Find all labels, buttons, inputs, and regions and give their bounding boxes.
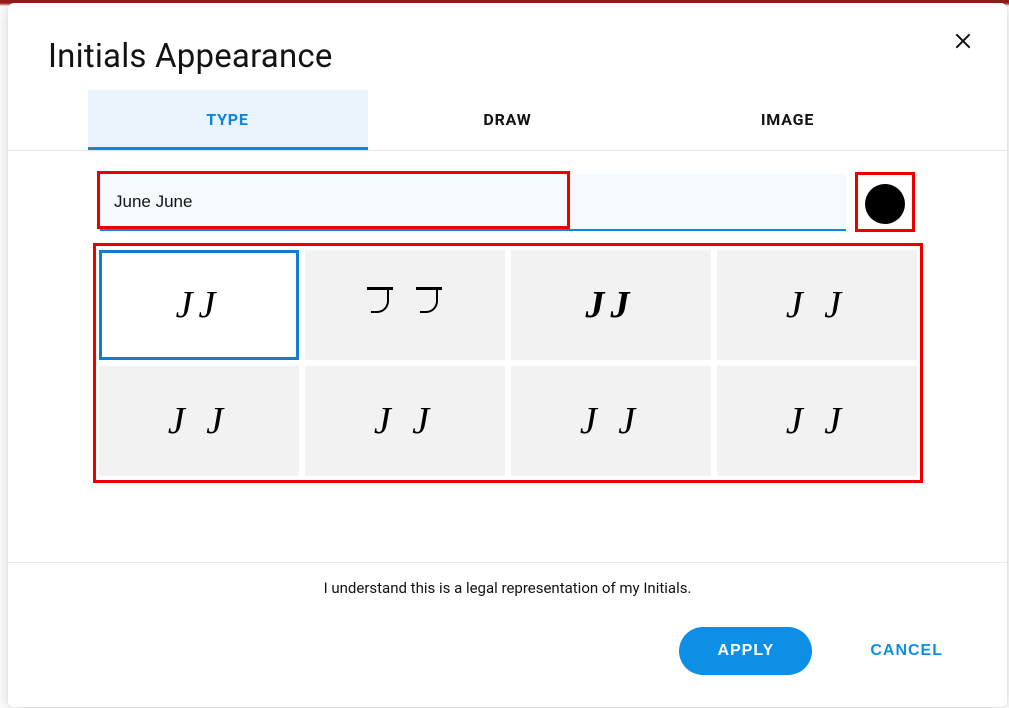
- style-preview: J J: [374, 399, 435, 443]
- color-picker[interactable]: [865, 184, 905, 224]
- dialog-header: Initials Appearance: [8, 3, 1007, 80]
- style-option-3[interactable]: JJ: [511, 250, 711, 360]
- initials-appearance-dialog: Initials Appearance TYPE DRAW IMAGE: [8, 3, 1007, 707]
- dialog-content: JJ JJ J J J J J J: [8, 151, 1007, 536]
- style-option-7[interactable]: J J: [511, 366, 711, 476]
- style-preview: J J: [168, 399, 229, 443]
- dialog-title: Initials Appearance: [48, 37, 967, 76]
- cancel-button[interactable]: CANCEL: [866, 627, 947, 675]
- close-icon: [953, 31, 973, 51]
- dialog-actions: APPLY CANCEL: [8, 597, 1007, 707]
- color-picker-wrapper: [855, 174, 915, 234]
- style-option-4[interactable]: J J: [717, 250, 917, 360]
- tabs: TYPE DRAW IMAGE: [88, 90, 928, 150]
- style-option-1[interactable]: JJ: [99, 250, 299, 360]
- legal-disclaimer: I understand this is a legal representat…: [8, 563, 1007, 597]
- name-and-color-row: [100, 174, 916, 234]
- name-input-wrapper: [100, 174, 846, 231]
- close-button[interactable]: [947, 25, 979, 57]
- style-option-5[interactable]: J J: [99, 366, 299, 476]
- style-preview: JJ: [176, 283, 222, 327]
- styles-grid: JJ JJ J J J J J J: [96, 246, 920, 480]
- style-preview: J J: [786, 399, 847, 443]
- style-option-6[interactable]: J J: [305, 366, 505, 476]
- tab-draw[interactable]: DRAW: [368, 90, 648, 150]
- style-preview: J J: [580, 399, 641, 443]
- tab-image[interactable]: IMAGE: [648, 90, 928, 150]
- style-preview: JJ: [586, 283, 636, 327]
- style-option-8[interactable]: J J: [717, 366, 917, 476]
- name-input[interactable]: [100, 174, 846, 231]
- tab-type[interactable]: TYPE: [88, 90, 368, 150]
- style-option-2[interactable]: [305, 250, 505, 360]
- style-preview: [371, 283, 438, 327]
- style-preview: J J: [786, 283, 847, 327]
- styles-wrapper: JJ JJ J J J J J J: [96, 246, 920, 480]
- apply-button[interactable]: APPLY: [679, 627, 812, 675]
